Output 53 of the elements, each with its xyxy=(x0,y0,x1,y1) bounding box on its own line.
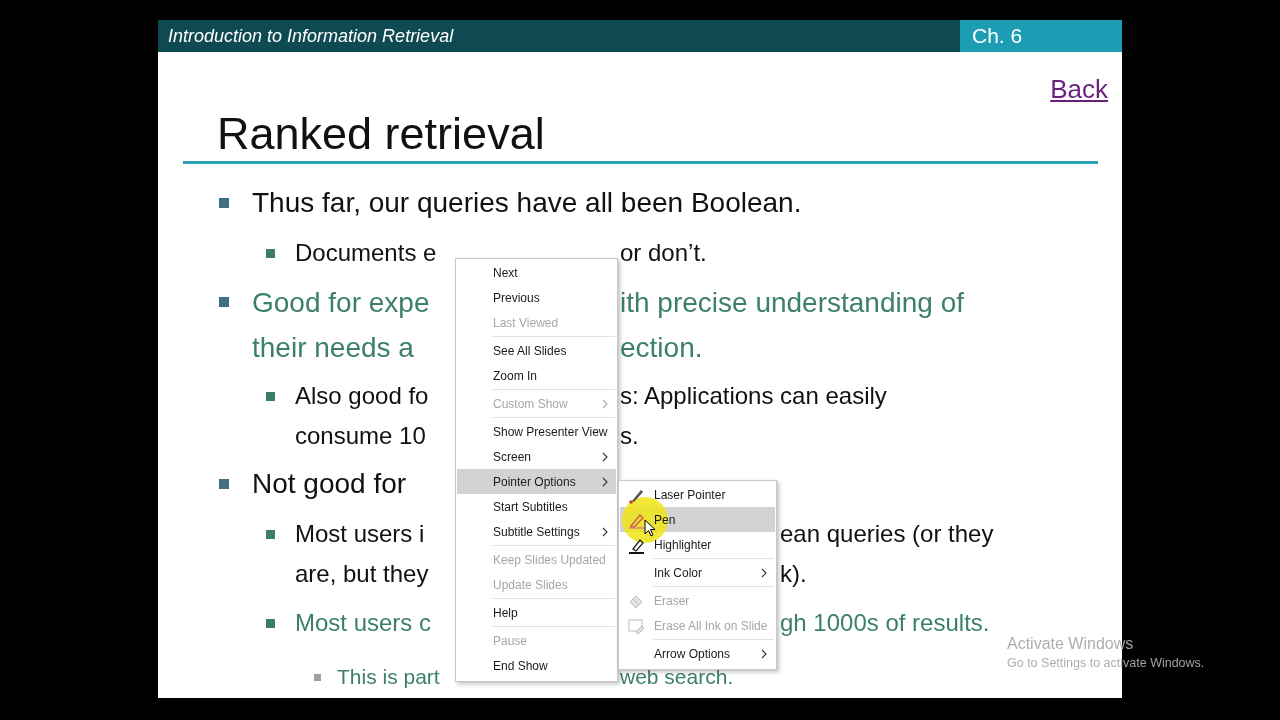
bullet-icon xyxy=(219,197,229,208)
back-link[interactable]: Back xyxy=(1050,74,1108,110)
bullet-text: s: Applications can easily xyxy=(620,381,887,411)
bullet-text: ith precise understanding of xyxy=(620,285,964,320)
laser-pointer-icon xyxy=(628,487,645,504)
bullet-text: ean queries (or they xyxy=(780,519,994,549)
menu-item[interactable]: Previous xyxy=(457,285,616,310)
highlighter-icon xyxy=(628,537,645,554)
bullet-text: are, but they xyxy=(295,559,429,589)
bullet-text: consume 10 xyxy=(295,421,426,451)
bullet-text: or don’t. xyxy=(620,238,707,268)
bullet-text: Most users c xyxy=(295,608,432,638)
bullet-icon xyxy=(266,391,275,401)
menu-item[interactable]: See All Slides xyxy=(457,338,616,363)
bullet-text: s. xyxy=(620,421,639,451)
bullet-icon xyxy=(314,673,321,681)
bullet-icon xyxy=(219,478,229,489)
bullet-icon xyxy=(219,297,229,307)
menu-item[interactable]: Next xyxy=(457,260,616,285)
bullet-icon xyxy=(266,248,275,258)
eraser-icon xyxy=(628,593,645,610)
course-title: Introduction to Information Retrieval xyxy=(158,20,960,52)
menu-item[interactable]: Pointer Options xyxy=(457,469,616,494)
bullet-text: Documents e xyxy=(295,238,437,268)
menu-item[interactable]: Highlighter xyxy=(620,532,775,557)
bullet-text: Also good fo xyxy=(295,381,429,411)
bullet-text: Most users i xyxy=(295,519,425,549)
bullet-text: k). xyxy=(780,559,807,589)
menu-item[interactable]: Screen xyxy=(457,444,616,469)
menu-item[interactable]: Arrow Options xyxy=(620,641,775,666)
bullet-text: their needs a xyxy=(252,330,414,365)
bullet-text: gh 1000s of results. xyxy=(780,608,990,638)
erase-all-ink-icon xyxy=(628,618,645,635)
bullet-icon xyxy=(266,618,275,628)
menu-item[interactable]: Start Subtitles xyxy=(457,494,616,519)
menu-item[interactable]: Zoom In xyxy=(457,363,616,388)
bullet-text: Good for expe xyxy=(252,285,430,320)
menu-item[interactable]: Help xyxy=(457,600,616,625)
menu-item[interactable]: Show Presenter View xyxy=(457,419,616,444)
bullet-text: Thus far, our queries have all been Boolean. xyxy=(252,186,802,221)
menu-item[interactable]: Laser Pointer xyxy=(620,482,775,507)
cursor-icon xyxy=(644,519,656,537)
menu-item[interactable]: Subtitle Settings xyxy=(457,519,616,544)
pen-icon xyxy=(628,512,645,529)
menu-item[interactable]: End Show xyxy=(457,653,616,678)
bullet-text: This is part xyxy=(337,663,440,690)
menu-item[interactable]: Ink Color xyxy=(620,560,775,585)
slide-title: Ranked retrieval xyxy=(216,108,546,160)
bullet-icon xyxy=(266,529,275,539)
bullet-text: Not good for xyxy=(252,467,407,502)
bullet-text: web search. xyxy=(620,663,734,690)
bullet-text: ection. xyxy=(620,330,703,365)
chapter-label: Ch. 6 xyxy=(960,20,1122,52)
